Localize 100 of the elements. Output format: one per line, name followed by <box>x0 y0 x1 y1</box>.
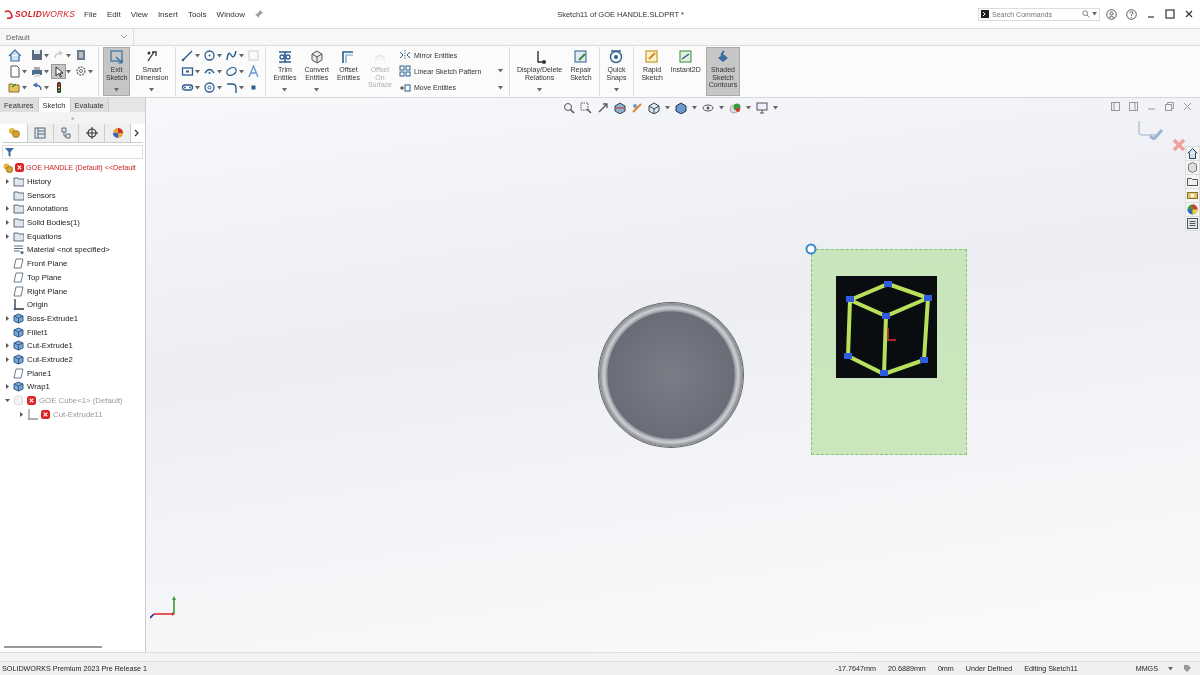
select-arrow-icon[interactable] <box>52 65 65 78</box>
caret-icon[interactable] <box>44 69 49 74</box>
caret-icon[interactable] <box>217 85 223 90</box>
expand-arrow-icon[interactable] <box>5 179 9 185</box>
slot-icon[interactable] <box>181 81 195 94</box>
color-wheel-icon[interactable] <box>1186 203 1199 216</box>
caret-icon[interactable] <box>773 106 778 110</box>
text-tool-icon[interactable] <box>247 65 261 78</box>
caret-icon[interactable] <box>498 69 503 74</box>
new-document-icon[interactable] <box>8 65 21 78</box>
rectangle-icon[interactable] <box>181 65 195 78</box>
home-icon[interactable] <box>8 49 21 62</box>
panel-tab[interactable] <box>105 124 131 142</box>
ellipse-icon[interactable] <box>225 65 239 78</box>
previous-view-icon[interactable] <box>597 102 609 114</box>
caret-icon[interactable] <box>217 69 223 74</box>
caret-icon[interactable] <box>195 69 201 74</box>
menu-item[interactable]: Window <box>216 9 246 19</box>
line-icon[interactable] <box>181 49 195 62</box>
caret-icon[interactable] <box>239 53 245 58</box>
zoom-fit-icon[interactable] <box>563 102 575 114</box>
spline-icon[interactable] <box>225 49 239 62</box>
collapse-arrow-icon[interactable] <box>4 399 10 403</box>
section-view-icon[interactable] <box>614 102 626 114</box>
caret-icon[interactable] <box>114 88 120 92</box>
caret-icon[interactable] <box>22 85 27 90</box>
caret-icon[interactable] <box>314 88 320 92</box>
expand-arrow-icon[interactable] <box>5 220 9 226</box>
caret-icon[interactable] <box>195 53 201 58</box>
caret-icon[interactable] <box>44 53 49 58</box>
menu-item[interactable]: Edit <box>106 9 121 19</box>
caret-icon[interactable] <box>746 106 751 110</box>
menu-item[interactable]: View <box>130 9 148 19</box>
caret-icon[interactable] <box>195 85 201 90</box>
caret-icon[interactable] <box>239 69 245 74</box>
caret-icon[interactable] <box>282 88 288 92</box>
menu-item[interactable]: Tools <box>187 9 207 19</box>
caret-icon[interactable] <box>1092 12 1097 16</box>
sketch-picture[interactable] <box>811 249 967 455</box>
caret-icon[interactable] <box>239 85 245 90</box>
expand-arrow-icon[interactable] <box>5 233 9 239</box>
home-icon[interactable] <box>1186 147 1199 160</box>
chevron-right-icon[interactable] <box>134 129 140 137</box>
print-icon[interactable] <box>30 65 43 78</box>
view-orientation-icon[interactable] <box>648 102 660 114</box>
caret-icon[interactable] <box>537 88 543 92</box>
filter-field[interactable] <box>2 145 143 159</box>
caret-icon[interactable] <box>88 69 93 74</box>
gear-icon[interactable] <box>74 65 87 78</box>
display-style-icon[interactable] <box>675 102 687 114</box>
caret-icon[interactable] <box>22 69 27 74</box>
zoom-area-icon[interactable] <box>580 102 592 114</box>
panel-tab[interactable] <box>79 124 106 142</box>
caret-icon[interactable] <box>613 88 619 92</box>
caret-icon[interactable] <box>719 106 724 110</box>
circle-icon[interactable] <box>203 49 217 62</box>
search-icon[interactable] <box>1082 10 1090 18</box>
grip-icon[interactable] <box>71 116 74 120</box>
caret-icon[interactable] <box>665 106 670 110</box>
close-icon[interactable] <box>1184 9 1194 19</box>
panel-tab[interactable] <box>27 124 54 142</box>
expand-arrow-icon[interactable] <box>5 315 9 321</box>
polygon-icon[interactable] <box>203 81 217 94</box>
caret-icon[interactable] <box>149 88 155 92</box>
appearance-icon[interactable] <box>729 102 741 114</box>
user-icon[interactable] <box>1106 8 1117 20</box>
caret-icon[interactable] <box>66 69 71 74</box>
parts-icon[interactable] <box>1186 161 1199 174</box>
caret-icon[interactable] <box>498 85 503 90</box>
expand-arrow-icon[interactable] <box>19 411 23 417</box>
view-palette-icon[interactable] <box>1186 189 1199 202</box>
menu-item[interactable]: Insert <box>157 9 178 19</box>
menu-item[interactable]: File <box>84 9 97 19</box>
restore-icon[interactable] <box>1165 102 1174 111</box>
help-icon[interactable] <box>1126 8 1137 20</box>
split-right-icon[interactable] <box>1129 102 1138 111</box>
caret-icon[interactable] <box>1168 666 1173 671</box>
caret-icon[interactable] <box>66 53 71 58</box>
split-left-icon[interactable] <box>1111 102 1120 111</box>
caret-icon[interactable] <box>692 106 697 110</box>
expand-arrow-icon[interactable] <box>5 206 9 212</box>
expand-arrow-icon[interactable] <box>5 356 9 362</box>
dynamic-annotation-icon[interactable] <box>631 102 643 114</box>
expand-arrow-icon[interactable] <box>5 343 9 349</box>
monitor-icon[interactable] <box>756 102 768 114</box>
pin-icon[interactable] <box>255 10 264 18</box>
custom-properties-icon[interactable] <box>1186 217 1199 230</box>
panel-tab[interactable] <box>53 124 80 142</box>
hide-show-icon[interactable] <box>702 102 714 114</box>
fillet-icon[interactable] <box>225 81 239 94</box>
maximize-icon[interactable] <box>1165 9 1175 19</box>
folder-icon[interactable] <box>1186 175 1199 188</box>
list-icon[interactable] <box>74 49 87 62</box>
open-folder-icon[interactable] <box>8 81 21 94</box>
save-icon[interactable] <box>30 49 43 62</box>
handle-icon[interactable] <box>805 243 817 255</box>
caret-icon[interactable] <box>217 53 223 58</box>
expand-arrow-icon[interactable] <box>5 384 9 390</box>
caret-icon[interactable] <box>44 85 49 90</box>
scrollbar-thumb[interactable] <box>4 646 102 648</box>
